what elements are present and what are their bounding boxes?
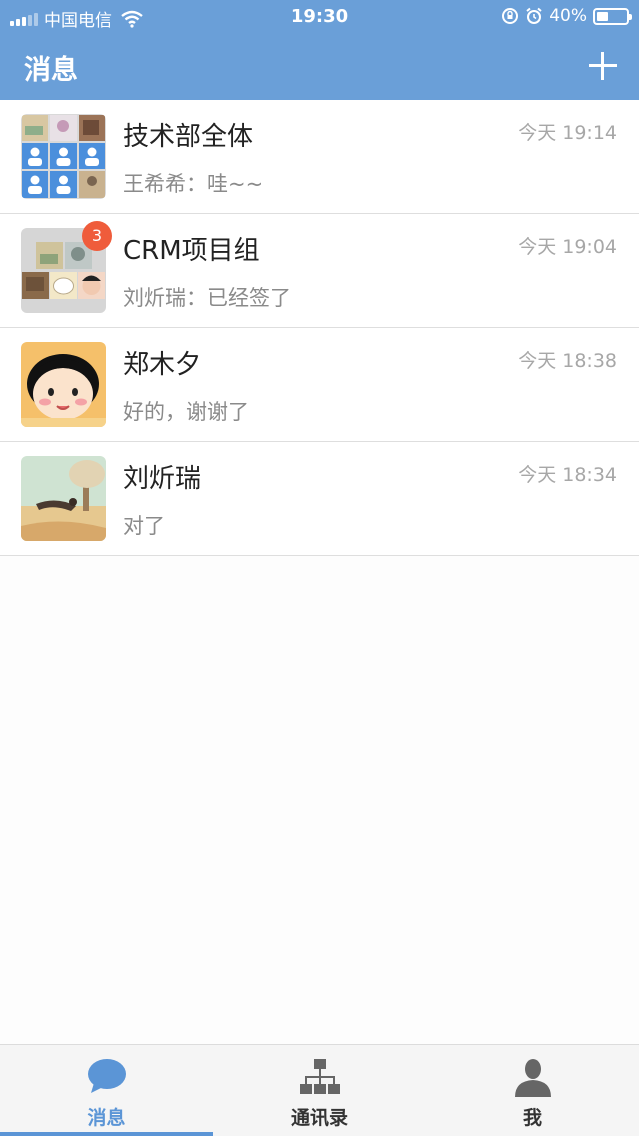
status-bar: 中国电信 19:30 40%	[0, 0, 639, 34]
tab-label: 我	[522, 1107, 542, 1129]
conversation-list: 技术部全体 王希希：哇~~ 今天 19:14 3 CRM项目组 刘炘瑞：已经签了…	[0, 100, 639, 556]
conversation-time: 今天 19:04	[518, 236, 617, 258]
conversation-time: 今天 19:14	[518, 122, 617, 144]
org-chart-icon	[300, 1059, 340, 1094]
page-title: 消息	[24, 55, 78, 86]
tab-messages[interactable]: 消息	[0, 1045, 213, 1136]
header: 中国电信 19:30 40% 消息	[0, 0, 639, 100]
conversation-name: 技术部全体	[123, 122, 254, 152]
conversation-preview: 刘炘瑞：已经签了	[123, 286, 291, 310]
active-tab-indicator	[0, 1132, 213, 1136]
tab-label: 通讯录	[290, 1107, 348, 1129]
unread-badge: 3	[82, 221, 112, 251]
conversation-row[interactable]: 技术部全体 王希希：哇~~ 今天 19:14	[0, 100, 639, 214]
tab-bar: 消息 通讯录 我	[0, 1044, 639, 1136]
add-plus-icon[interactable]	[589, 52, 617, 80]
conversation-time: 今天 18:38	[518, 350, 617, 372]
conversation-name: 刘炘瑞	[123, 464, 202, 494]
chat-bubble-icon	[88, 1059, 126, 1093]
tab-label: 消息	[87, 1107, 126, 1129]
conversation-time: 今天 18:34	[518, 464, 617, 486]
conversation-name: CRM项目组	[123, 236, 260, 266]
conversation-row[interactable]: 3 CRM项目组 刘炘瑞：已经签了 今天 19:04	[0, 214, 639, 328]
conversation-row[interactable]: 刘炘瑞 对了 今天 18:34	[0, 442, 639, 556]
conversation-preview: 王希希：哇~~	[123, 172, 264, 196]
rotation-lock-icon	[502, 8, 519, 24]
navbar: 消息	[0, 34, 639, 100]
battery-label: 40%	[549, 6, 587, 26]
conversation-preview: 对了	[123, 514, 165, 538]
user-avatar	[21, 342, 106, 427]
conversation-row[interactable]: 郑木夕 好的，谢谢了 今天 18:38	[0, 328, 639, 442]
tab-contacts[interactable]: 通讯录	[213, 1045, 426, 1136]
user-avatar	[21, 456, 106, 541]
person-icon	[515, 1059, 551, 1097]
tab-me[interactable]: 我	[426, 1045, 639, 1136]
alarm-icon	[526, 7, 542, 24]
conversation-name: 郑木夕	[123, 350, 202, 380]
group-avatar	[21, 114, 106, 199]
battery-icon	[593, 7, 632, 25]
conversation-preview: 好的，谢谢了	[123, 400, 249, 424]
